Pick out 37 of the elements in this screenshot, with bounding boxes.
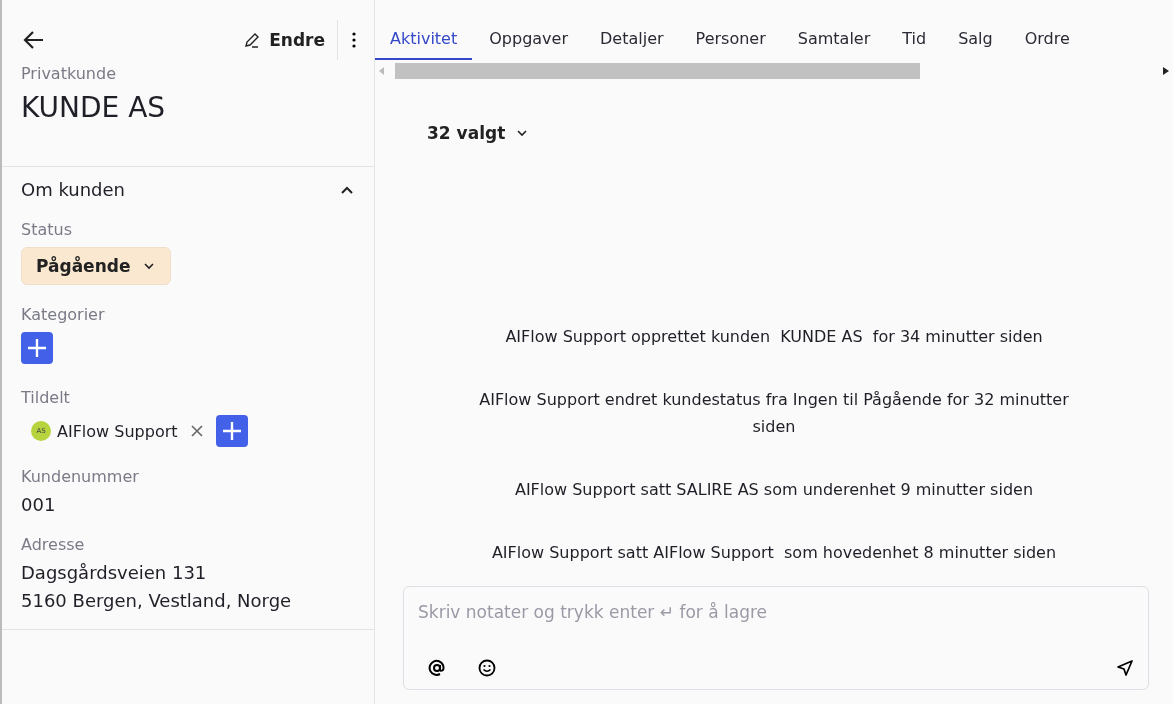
activity-entry: AIFlow Support satt AIFlow Support som hovedenhet 8 minutter siden: [491, 542, 1057, 564]
tab[interactable]: Personer: [680, 20, 781, 60]
activity-entry: AIFlow Support opprettet kunden KUNDE AS for 34 minutter siden: [505, 326, 1043, 348]
status-dropdown[interactable]: Pågående: [21, 247, 172, 285]
customer-type: Privatkunde: [21, 64, 117, 83]
tab[interactable]: Ordre: [1009, 20, 1085, 60]
assignee-name: AIFlow Support: [57, 421, 178, 441]
send-icon[interactable]: [1116, 659, 1134, 677]
tab[interactable]: Detaljer: [585, 20, 679, 60]
tab[interactable]: Tid: [887, 20, 942, 60]
section-title: Om kunden: [21, 179, 126, 200]
scrollbar-thumb[interactable]: [395, 63, 920, 79]
tab[interactable]: Oppgaver: [474, 20, 583, 60]
customer-name: KUNDE AS: [21, 91, 167, 124]
note-field[interactable]: Skriv notater og trykk enter ↵ for å lagre: [418, 599, 1134, 625]
field-value: 001: [21, 494, 57, 515]
field-label: Kategorier: [21, 305, 106, 324]
field-value: 5160 Bergen, Vestland, Norge: [21, 590, 293, 611]
emoji-icon[interactable]: [478, 659, 496, 677]
activity-entry: AIFlow Support satt SALIRE AS som underenhet 9 minutter siden: [514, 479, 1034, 501]
field-label: Adresse: [21, 535, 86, 554]
filter-dropdown[interactable]: 32 valgt: [421, 122, 536, 144]
field-label: Status: [21, 220, 73, 239]
add-button[interactable]: [215, 415, 248, 447]
mention-icon[interactable]: [428, 659, 446, 677]
scroll-right-icon[interactable]: [1163, 67, 1169, 75]
add-button[interactable]: [21, 332, 53, 364]
tab[interactable]: Samtaler: [782, 20, 886, 60]
more-options-icon[interactable]: [352, 32, 356, 48]
field-label: Tildelt: [21, 388, 71, 407]
tab[interactable]: Aktivitet: [375, 20, 473, 60]
tab[interactable]: Salg: [943, 20, 1008, 60]
field-value: Dagsgårdsveien 131: [21, 562, 208, 583]
close-icon[interactable]: [189, 424, 204, 438]
field-label: Kundenummer: [21, 467, 140, 486]
activity-entry: AIFlow Support endret kundestatus fra Ingen til Pågående for 32 minutter siden: [479, 389, 1069, 438]
edit-button[interactable]: Endre: [243, 20, 338, 60]
